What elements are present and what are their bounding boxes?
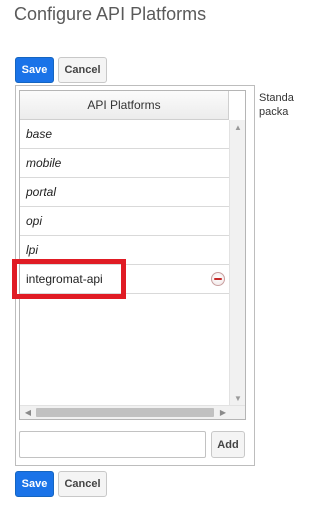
page-title: Configure API Platforms — [14, 4, 207, 24]
up-arrow-icon[interactable]: ▲ — [230, 120, 245, 134]
table-row[interactable]: mobile — [20, 149, 229, 178]
table-row[interactable]: portal — [20, 178, 229, 207]
description-line: Standa — [259, 92, 294, 104]
row-label: lpi — [26, 243, 39, 257]
table-row[interactable]: lpi — [20, 236, 229, 265]
down-arrow-icon[interactable]: ▼ — [230, 391, 245, 405]
right-arrow-icon[interactable]: ▶ — [216, 406, 230, 419]
save-button-top[interactable]: Save — [15, 57, 54, 83]
vertical-scrollbar[interactable]: ▲ ▼ — [229, 120, 245, 405]
left-arrow-icon[interactable]: ◀ — [21, 406, 35, 419]
table-row[interactable]: opi — [20, 207, 229, 236]
horizontal-scrollbar[interactable]: ◀ ▶ — [20, 405, 245, 419]
column-header-api-platforms[interactable]: API Platforms — [20, 91, 229, 120]
table-row[interactable]: base — [20, 120, 229, 149]
new-platform-input[interactable] — [19, 431, 206, 458]
grid-rows: base mobile portal opi lpi integromat-ap… — [20, 120, 229, 294]
row-label: opi — [26, 214, 43, 228]
platforms-grid: API Platforms base mobile portal opi lpi… — [19, 90, 246, 420]
row-label: portal — [26, 185, 57, 199]
row-label: mobile — [26, 156, 62, 170]
cancel-button-top[interactable]: Cancel — [58, 57, 107, 83]
row-label: integromat-api — [26, 272, 103, 286]
remove-icon[interactable] — [211, 272, 225, 286]
table-row[interactable]: integromat-api — [20, 265, 229, 294]
description-line: packa — [259, 106, 289, 118]
description-text: Standa packa — [259, 91, 295, 119]
row-label: base — [26, 127, 53, 141]
horizontal-scroll-thumb[interactable] — [36, 408, 214, 417]
add-button[interactable]: Add — [211, 431, 245, 458]
save-button-bottom[interactable]: Save — [15, 471, 54, 497]
cancel-button-bottom[interactable]: Cancel — [58, 471, 107, 497]
